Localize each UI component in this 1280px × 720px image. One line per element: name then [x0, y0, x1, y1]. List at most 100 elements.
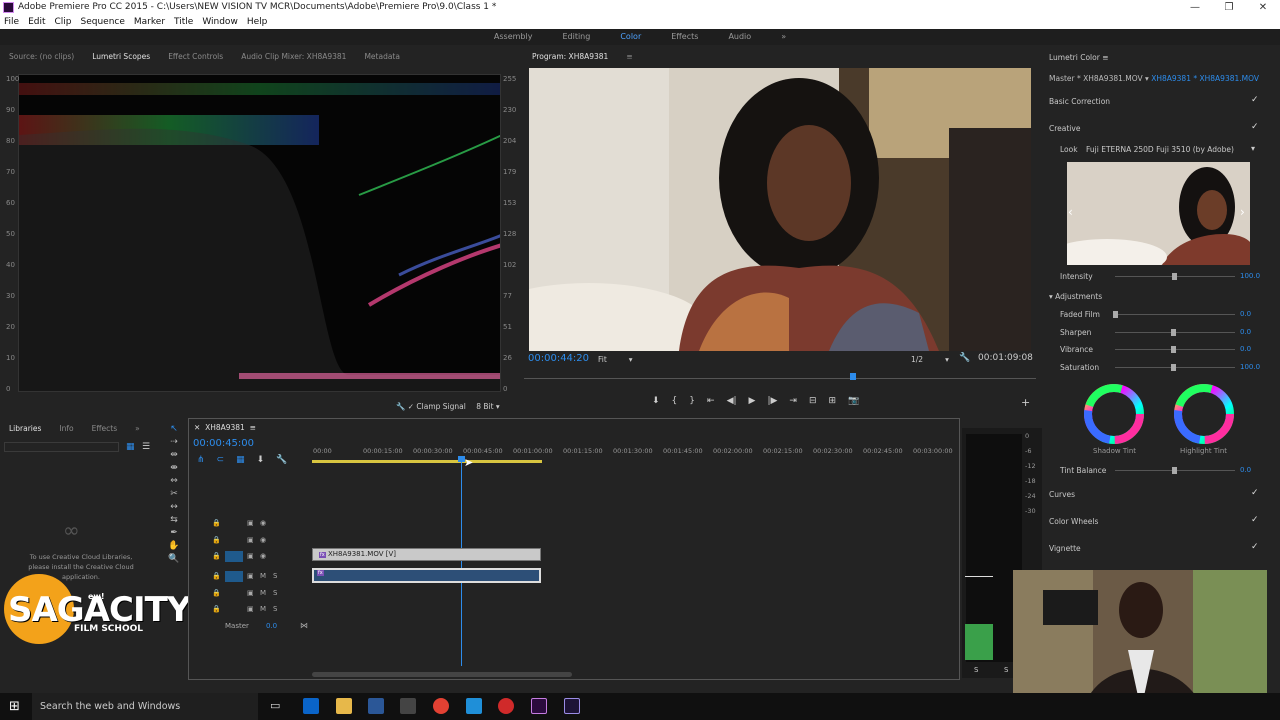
solo-button[interactable]: S [273, 605, 277, 613]
timeline-scrollbar[interactable] [312, 672, 572, 677]
video-clip[interactable]: fx XH8A9381.MOV [V] [312, 548, 541, 561]
workspace-audio[interactable]: Audio [713, 29, 766, 45]
track-output-icon[interactable]: ▣ [247, 536, 254, 544]
adjustment-value[interactable]: 0.0 [1240, 310, 1251, 318]
list-view-icon[interactable]: ☰ [142, 442, 150, 452]
bit-depth-select[interactable]: 8 Bit [476, 402, 493, 411]
lock-track-icon[interactable]: 🔒 [212, 589, 221, 597]
chrome-icon[interactable] [433, 698, 449, 714]
eye-icon[interactable]: ◉ [260, 552, 266, 560]
color-wheels-checkbox[interactable]: ✓ [1251, 515, 1259, 525]
curves-checkbox[interactable]: ✓ [1251, 488, 1259, 498]
adjustment-value[interactable]: 0.0 [1240, 328, 1251, 336]
color-wheels-header[interactable]: Color Wheels [1049, 517, 1098, 526]
store-icon[interactable] [400, 698, 416, 714]
ripple-edit-tool-icon[interactable]: ⇹ [170, 450, 178, 460]
more-workspaces-icon[interactable]: » [766, 29, 801, 45]
lock-track-icon[interactable]: 🔒 [212, 519, 221, 527]
meter-solo-right[interactable]: S [1004, 666, 1008, 674]
panel-menu-icon[interactable]: ≡ [617, 50, 641, 64]
timeline-timecode[interactable]: 00:00:45:00 [193, 438, 254, 449]
tab-libraries[interactable]: Libraries [0, 422, 50, 436]
tab-lumetri-scopes[interactable]: Lumetri Scopes [83, 50, 159, 64]
track-output-icon[interactable]: ▣ [247, 572, 254, 580]
track-label[interactable] [225, 535, 243, 546]
add-button-icon[interactable]: + [1021, 396, 1030, 409]
mute-button[interactable]: M [260, 589, 266, 597]
workspace-editing[interactable]: Editing [547, 29, 605, 45]
curves-header[interactable]: Curves [1049, 490, 1075, 499]
panel-menu-icon[interactable]: ≡ [1102, 53, 1108, 62]
vignette-checkbox[interactable]: ✓ [1251, 542, 1259, 552]
menu-sequence[interactable]: Sequence [81, 15, 125, 29]
creative-header[interactable]: Creative [1049, 124, 1080, 133]
tint-balance-value[interactable]: 0.0 [1240, 466, 1251, 474]
linked-selection-icon[interactable]: ⊂ [217, 455, 225, 465]
add-marker-icon[interactable]: ▦ [236, 455, 245, 465]
solo-button[interactable]: S [273, 589, 277, 597]
lock-track-icon[interactable]: 🔒 [212, 572, 221, 580]
adjustment-slider[interactable] [1115, 346, 1235, 353]
intensity-value[interactable]: 100.0 [1240, 272, 1260, 280]
extract-icon[interactable]: ⊞ [829, 396, 837, 406]
work-area-bar[interactable] [312, 460, 542, 463]
selection-tool-icon[interactable]: ↖ [170, 424, 178, 434]
intensity-knob[interactable] [1172, 273, 1177, 280]
track-output-icon[interactable]: ▣ [247, 552, 254, 560]
basic-correction-header[interactable]: Basic Correction [1049, 97, 1110, 106]
wrench-icon[interactable]: 🔧 [396, 402, 405, 411]
word-icon[interactable] [368, 698, 384, 714]
track-label[interactable] [225, 571, 243, 582]
previous-look-icon[interactable]: ‹ [1068, 205, 1073, 219]
intensity-slider[interactable] [1115, 273, 1235, 280]
step-back-icon[interactable]: ◀| [727, 396, 737, 406]
fit-select[interactable]: Fit ▾ [598, 355, 633, 364]
basic-correction-checkbox[interactable]: ✓ [1251, 95, 1259, 105]
program-timecode[interactable]: 00:00:44:20 [528, 353, 589, 364]
slide-tool-icon[interactable]: ⇆ [170, 515, 178, 525]
settings-icon[interactable]: 🔧 [959, 353, 970, 363]
premiere-taskbar-icon[interactable] [531, 698, 547, 714]
tab-audio-clip-mixer[interactable]: Audio Clip Mixer: XH8A9381 [232, 50, 355, 64]
lift-icon[interactable]: ⊟ [809, 396, 817, 406]
menu-file[interactable]: File [4, 15, 19, 29]
resolution-select[interactable]: 1/2 ▾ [911, 355, 949, 364]
grid-view-icon[interactable]: ▦ [126, 442, 135, 452]
workspace-assembly[interactable]: Assembly [479, 29, 548, 45]
mute-button[interactable]: M [260, 605, 266, 613]
windows-start-icon[interactable]: ⊞ [9, 699, 20, 714]
chevron-down-icon[interactable]: ▾ [1251, 144, 1255, 153]
slip-tool-icon[interactable]: ↔ [170, 502, 178, 512]
meter-solo-left[interactable]: S [974, 666, 978, 674]
master-track-value[interactable]: 0.0 [266, 622, 277, 630]
track-label[interactable] [225, 518, 243, 529]
adjustment-slider[interactable] [1115, 363, 1235, 371]
tab-source[interactable]: Source: (no clips) [0, 50, 83, 64]
highlight-tint-wheel[interactable] [1173, 383, 1235, 445]
zoom-tool-icon[interactable]: 🔍 [168, 554, 179, 564]
lumetri-clip-select[interactable]: Master * XH8A9381.MOV ▾ XH8A9381 * XH8A9… [1049, 74, 1259, 83]
creative-checkbox[interactable]: ✓ [1251, 122, 1259, 132]
file-explorer-icon[interactable] [336, 698, 352, 714]
lock-track-icon[interactable]: 🔒 [212, 536, 221, 544]
mute-button[interactable]: M [260, 572, 266, 580]
library-select[interactable] [4, 442, 119, 452]
menu-marker[interactable]: Marker [134, 15, 165, 29]
tab-effects[interactable]: Effects [83, 422, 127, 436]
track-label[interactable] [225, 604, 243, 615]
lock-track-icon[interactable]: 🔒 [212, 552, 221, 560]
rolling-edit-tool-icon[interactable]: ⇼ [170, 463, 178, 473]
step-forward-icon[interactable]: |▶ [767, 396, 777, 406]
task-view-icon[interactable]: ▭ [270, 699, 280, 712]
export-frame-icon[interactable]: 📷 [848, 396, 859, 406]
mark-in-icon[interactable]: { [672, 396, 678, 406]
razor-tool-icon[interactable]: ✂ [170, 489, 178, 499]
track-output-icon[interactable]: ▣ [247, 589, 254, 597]
tint-balance-slider[interactable] [1115, 467, 1235, 474]
vignette-header[interactable]: Vignette [1049, 544, 1081, 553]
eye-icon[interactable]: ◉ [260, 536, 266, 544]
adjustment-slider[interactable] [1113, 311, 1235, 318]
lock-track-icon[interactable]: 🔒 [212, 605, 221, 613]
marker-icon[interactable]: ⬇ [257, 455, 265, 465]
track-output-icon[interactable]: ▣ [247, 605, 254, 613]
